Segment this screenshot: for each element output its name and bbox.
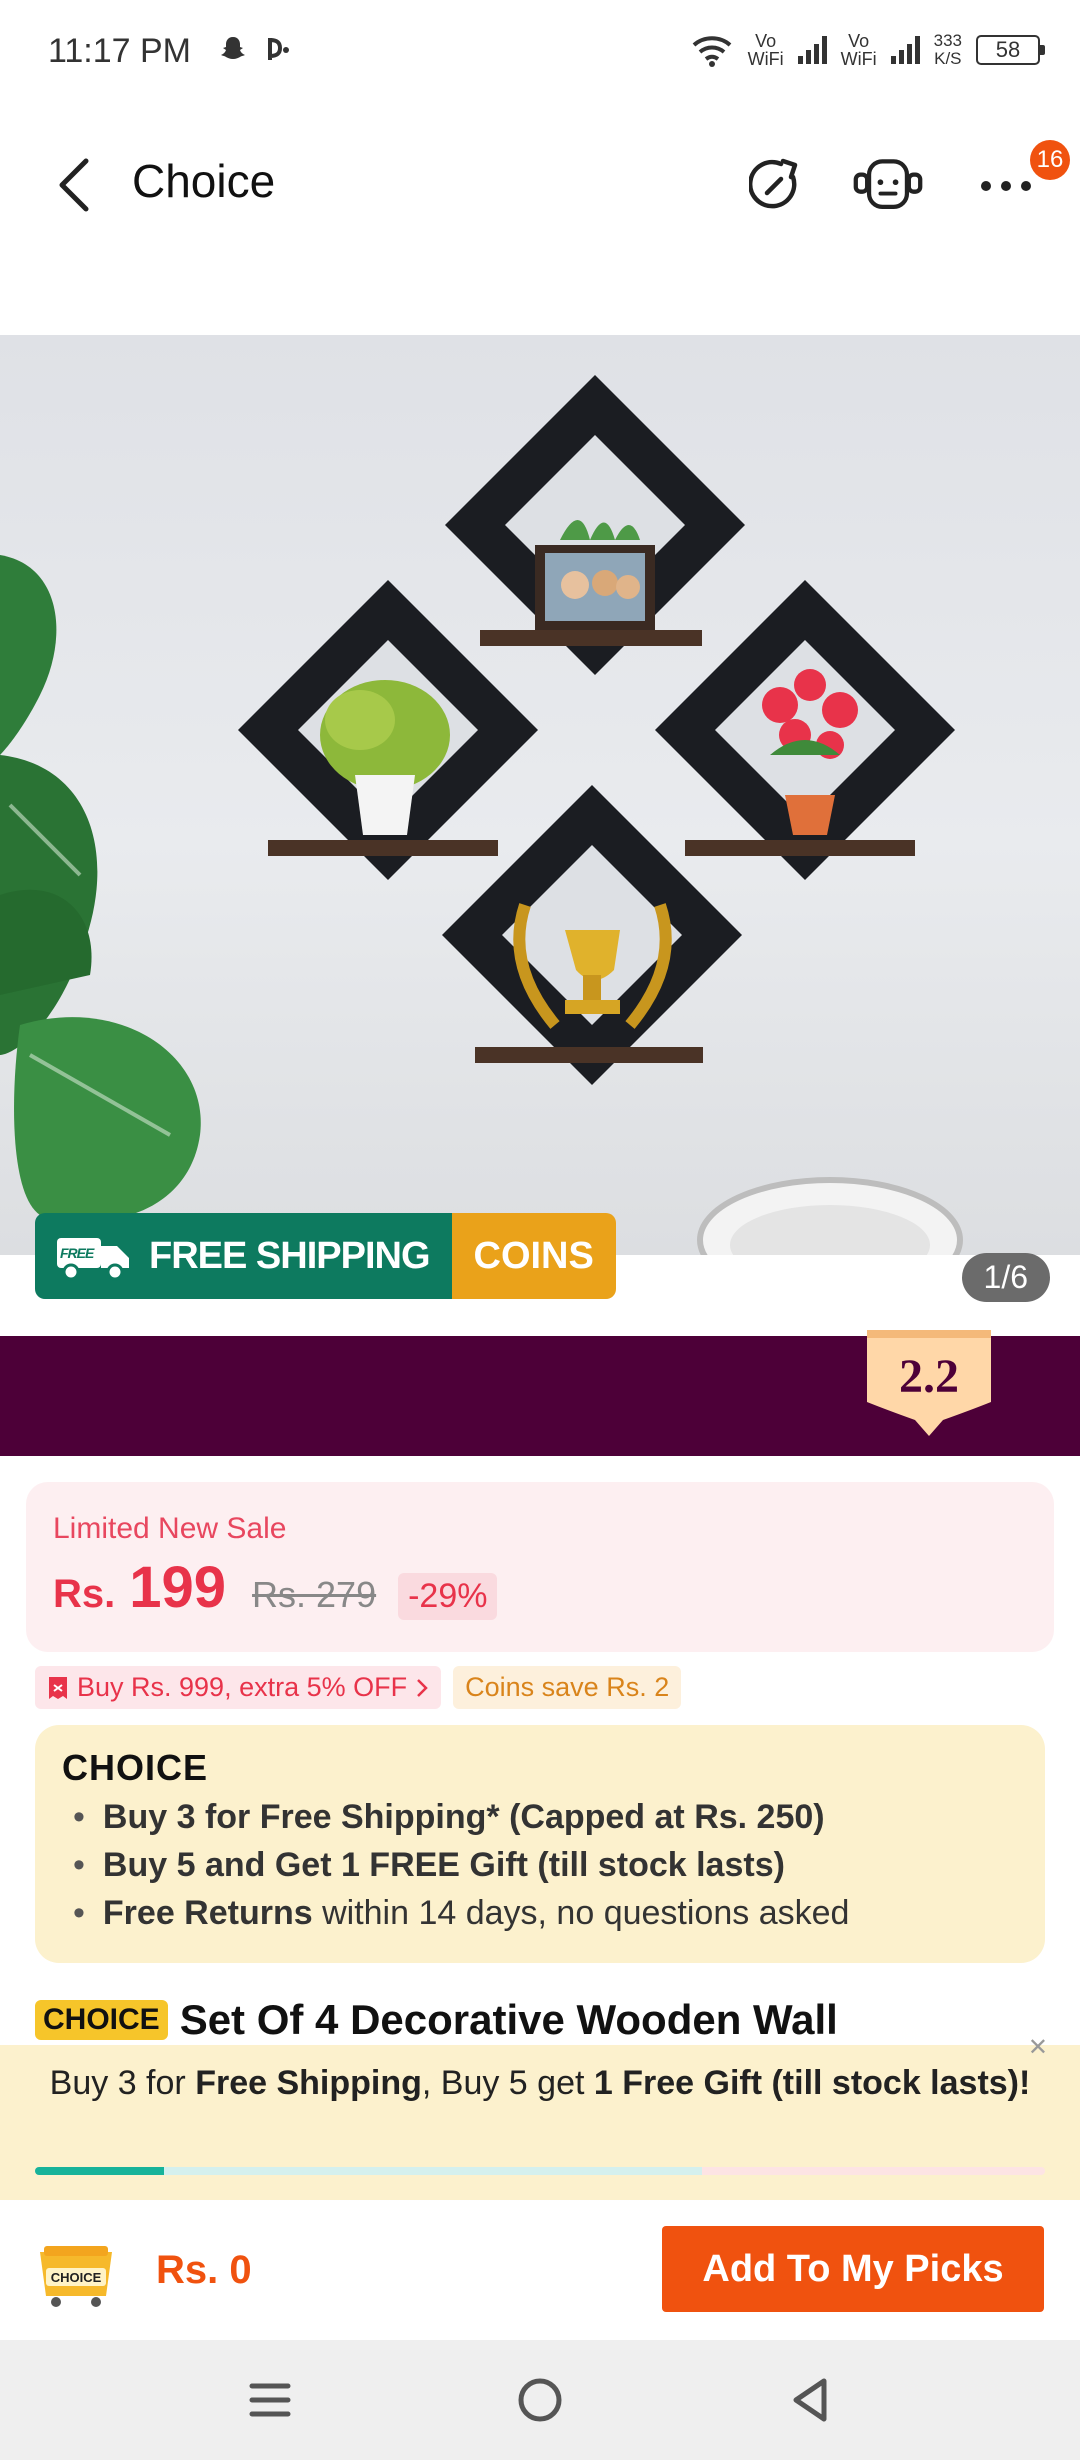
delivery-truck-icon: FREE [57,1238,129,1281]
price-currency: Rs. [53,1572,116,1616]
current-price: 199 [129,1555,227,1620]
battery-indicator: 58 [976,35,1045,65]
top-header: Choice 16 [0,110,1080,260]
promo-strip[interactable]: 2.2 [0,1330,1080,1456]
back-nav-button[interactable] [780,2370,840,2430]
back-arrow-icon [59,158,89,212]
close-icon[interactable]: ✕ [1028,2033,1048,2062]
recents-button[interactable] [240,2370,300,2430]
signal-bars-2 [890,36,920,64]
sale-label: Limited New Sale [53,1512,287,1545]
chevron-right-icon [417,1678,428,1697]
more-dots-icon [981,181,1031,191]
choice-cart-icon[interactable]: CHOICE [34,2238,118,2308]
progress-mid-segment [164,2167,702,2175]
product-name: Set Of 4 Decorative Wooden Wall [179,1996,838,2043]
support-agent-icon [853,159,923,209]
original-price: Rs. 279 [252,1574,377,1615]
system-nav-bar [0,2340,1080,2460]
home-circle-icon [518,2378,562,2422]
menu-icon [249,2383,291,2417]
discount-badge: -29% [398,1573,498,1620]
coins-save-tag: Coins save Rs. 2 [453,1666,682,1709]
benefit-item: • Buy 5 and Get 1 FREE Gift (till stock l… [73,1846,785,1884]
image-counter: 1/6 [961,1253,1050,1302]
free-shipping-banner: FREE FREE SHIPPING COINS [35,1213,616,1299]
cart-total: Rs. 0 [156,2248,252,2292]
network-speed: 333 K/S [933,31,962,68]
svg-text:2.2: 2.2 [899,1350,959,1403]
coupon-offer[interactable]: Buy Rs. 999, extra 5% OFF [35,1666,442,1709]
choice-logo: CHOICE [62,1747,209,1788]
app-notification-icon [268,38,289,60]
promo-badge: 2.2 [867,1330,991,1436]
share-icon [749,158,798,209]
price-card: Limited New Sale Rs. 199 Rs. 279 -29% [26,1482,1054,1652]
snapchat-icon [221,37,245,59]
bottom-action-bar: CHOICE Rs. 0 Add To My Picks [0,2200,1080,2340]
product-image-carousel[interactable] [0,335,1080,1255]
free-shipping-label: FREE SHIPPING [149,1234,430,1277]
shipping-promo-banner: ✕ Buy 3 for Free Shipping, Buy 5 get 1 F… [0,2034,1080,2200]
add-to-picks-button[interactable]: Add To My Picks [662,2226,1044,2312]
status-bar: 11:17 PM Vo WiFi Vo WiFi 333 K/S 58 [0,0,1080,110]
page-title: Choice [132,155,276,207]
customer-service-button[interactable] [852,150,924,222]
notification-badge: 16 [1030,140,1070,180]
wifi-icon [692,36,731,67]
progress-fill [35,2167,165,2175]
share-button[interactable] [742,150,814,222]
vowifi-label-1: Vo WiFi [747,31,784,69]
coins-label: COINS [451,1213,616,1299]
home-button[interactable] [510,2370,570,2430]
choice-tag: CHOICE [35,2000,168,2040]
signal-bars-1 [797,36,827,64]
choice-benefits-card: CHOICE • Buy 3 for Free Shipping* (Capped… [35,1725,1045,1963]
shipping-progress-bar [35,2167,1045,2175]
benefit-item: • Buy 3 for Free Shipping* (Capped at Rs.… [73,1798,825,1836]
coupon-offer-label: Buy Rs. 999, extra 5% OFF [77,1672,408,1702]
svg-text:FREE: FREE [60,1245,95,1261]
status-time: 11:17 PM [48,32,192,70]
product-image [0,375,963,1255]
shipping-promo-text: Buy 3 for Free Shipping, Buy 5 get 1 Fre… [49,2064,1031,2102]
svg-text:CHOICE: CHOICE [51,2270,102,2285]
benefit-item: • Free Returns within 14 days, no questio… [73,1894,850,1932]
product-title-row: CHOICE Set Of 4 Decorative Wooden Wall [35,1995,838,2045]
back-button[interactable] [48,152,98,218]
back-triangle-icon [793,2378,827,2422]
vowifi-label-2: Vo WiFi [840,31,877,69]
coupon-icon [49,1676,67,1699]
